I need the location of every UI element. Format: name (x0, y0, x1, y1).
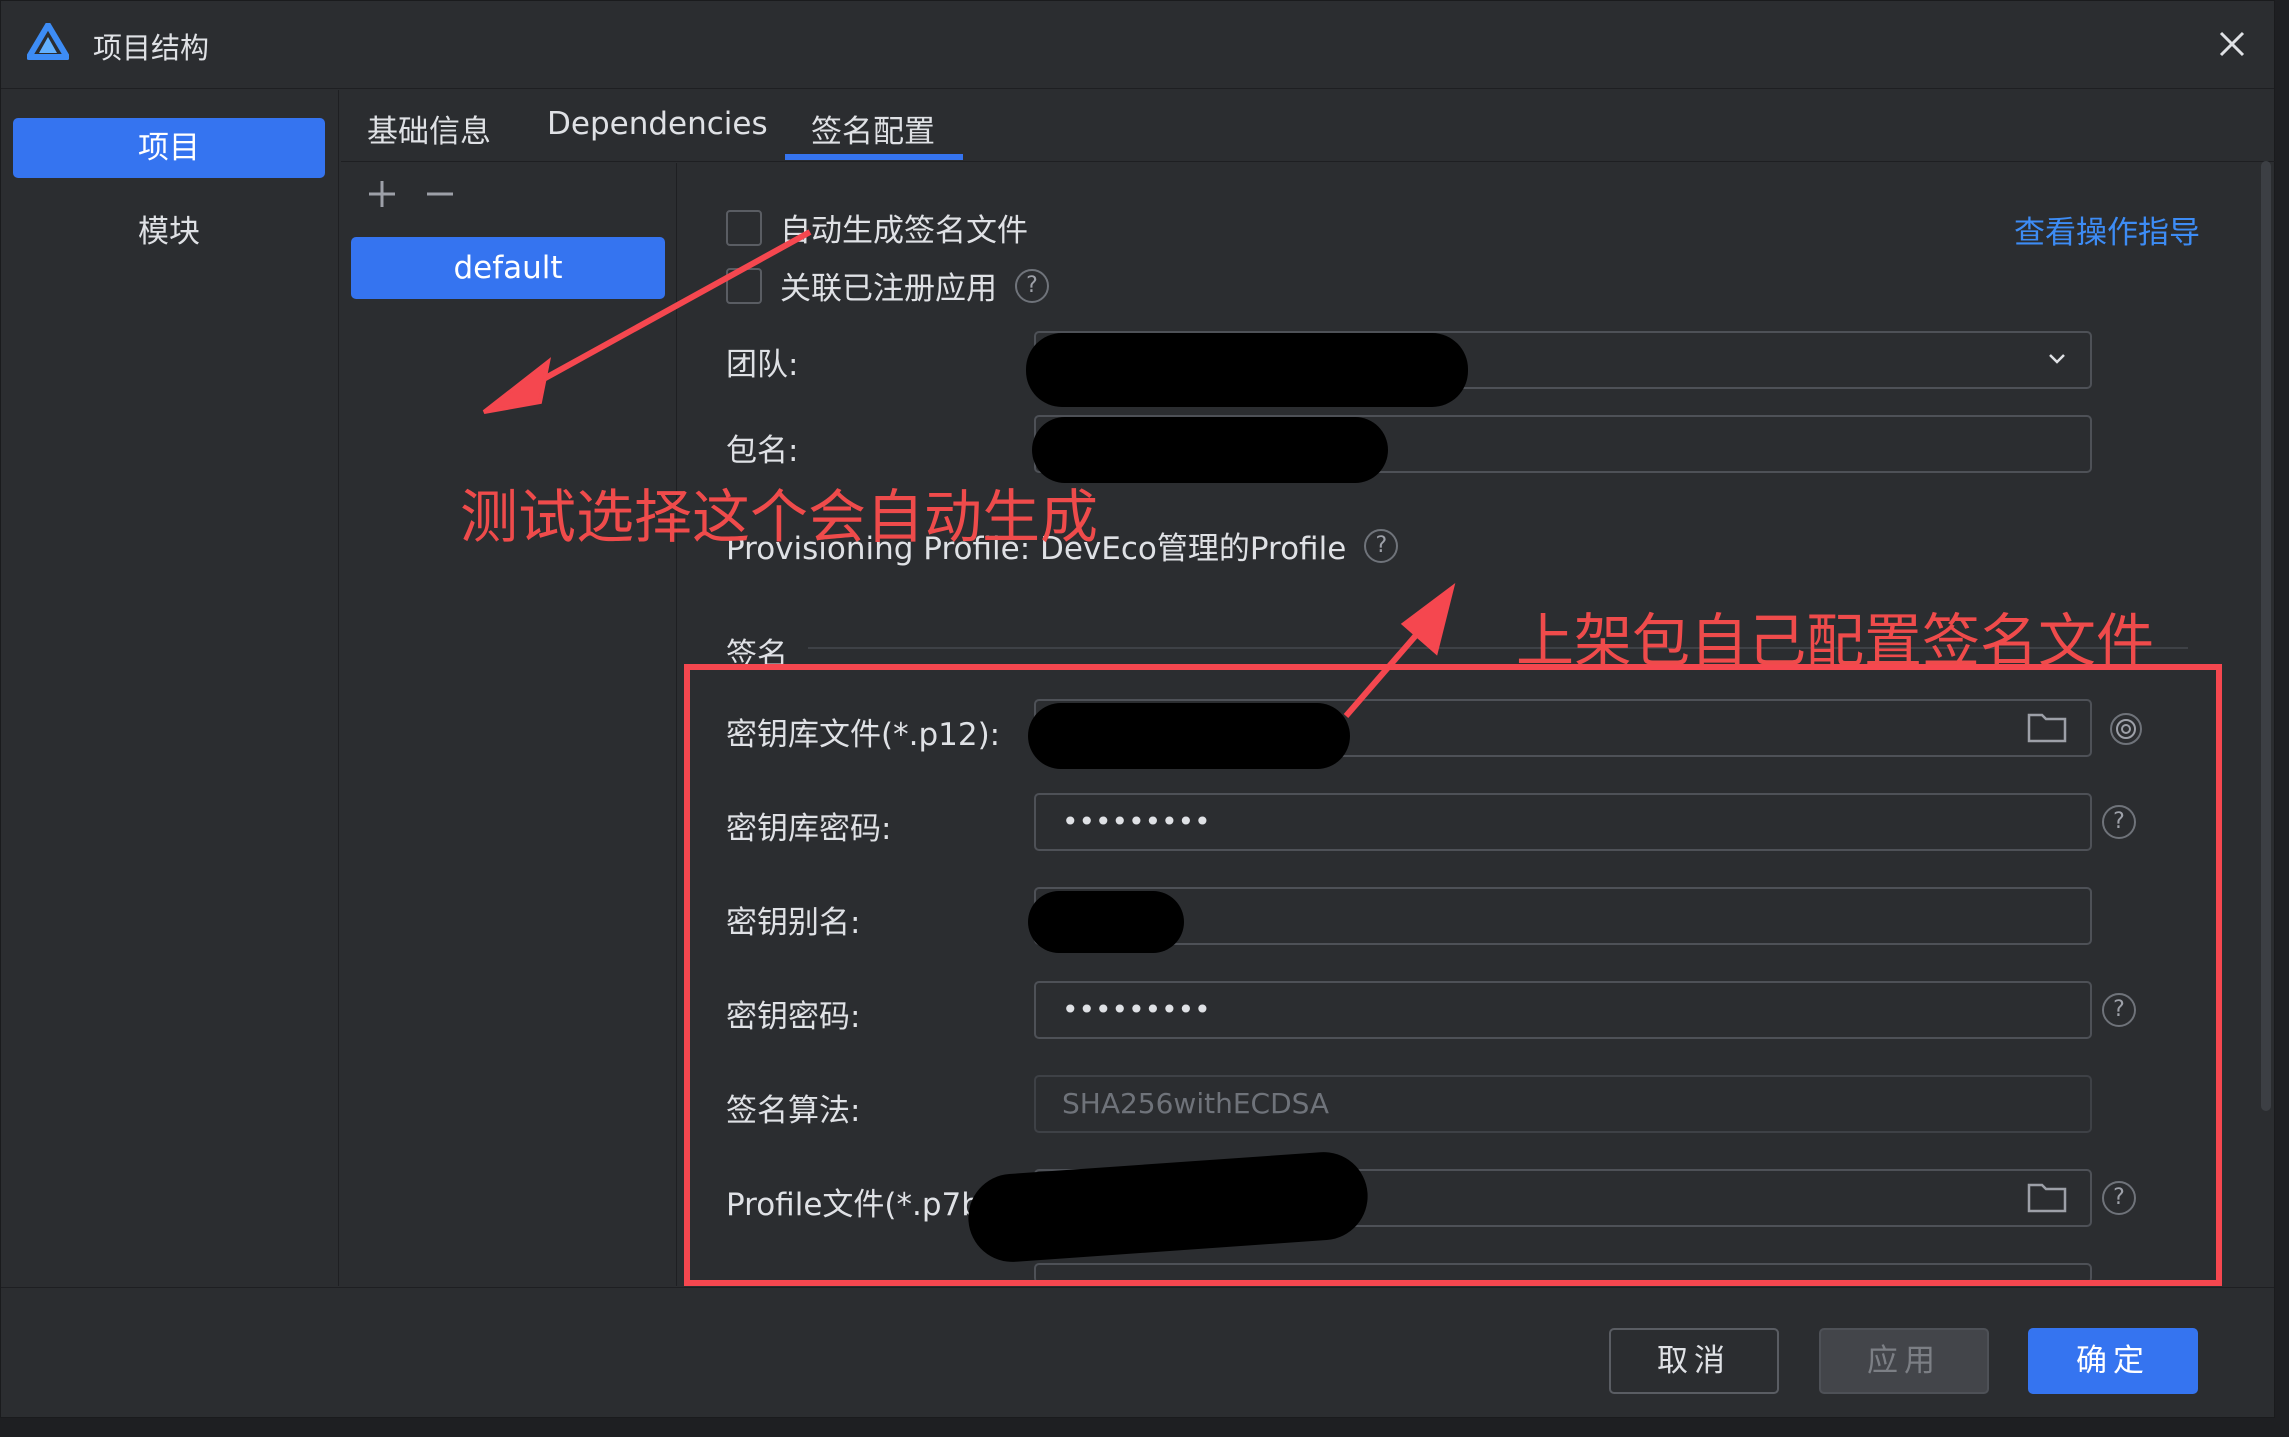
add-icon[interactable] (365, 177, 399, 211)
signing-config-list: default (341, 163, 677, 1286)
annotation-highlight-box (684, 664, 2222, 1286)
help-icon[interactable]: ? (1015, 268, 1049, 303)
guide-link[interactable]: 查看操作指导 (2014, 207, 2200, 252)
auto-sign-checkbox[interactable] (726, 209, 762, 246)
cancel-button[interactable]: 取消 (1609, 1328, 1779, 1394)
link-app-label: 关联已注册应用 (780, 271, 997, 307)
window-title: 项目结构 (93, 31, 210, 65)
redaction (1026, 333, 1468, 407)
chevron-down-icon[interactable] (2042, 343, 2072, 373)
remove-icon[interactable] (423, 177, 457, 211)
team-label: 团队: (726, 347, 799, 383)
tab-dependencies[interactable]: Dependencies (547, 106, 768, 142)
nav-item-project[interactable]: 项目 (13, 118, 325, 178)
auto-sign-row: 自动生成签名文件 (726, 205, 1028, 250)
help-icon[interactable]: ? (1364, 528, 1399, 563)
apply-button[interactable]: 应用 (1819, 1328, 1989, 1394)
ok-button[interactable]: 确定 (2028, 1328, 2198, 1394)
title-bar: 项目结构 (1, 1, 2274, 89)
nav-item-module[interactable]: 模块 (13, 202, 325, 262)
bundle-label: 包名: (726, 433, 799, 469)
active-tab-indicator (785, 154, 963, 160)
link-app-checkbox[interactable] (726, 267, 762, 304)
auto-sign-label: 自动生成签名文件 (780, 213, 1028, 249)
tab-bar: 基础信息 Dependencies 签名配置 (341, 90, 2276, 162)
dialog-footer: 取消 应用 确定 (1, 1287, 2274, 1419)
tab-signing-config[interactable]: 签名配置 (811, 106, 935, 151)
close-icon[interactable] (2211, 23, 2253, 65)
annotation-right-note: 上架包自己配置签名文件 (1516, 607, 2155, 675)
config-item-default[interactable]: default (351, 237, 665, 299)
scrollbar[interactable] (2261, 161, 2271, 1111)
deveco-logo-icon (27, 23, 69, 60)
left-nav: 项目 模块 (1, 90, 339, 1286)
tab-basic-info[interactable]: 基础信息 (367, 106, 491, 151)
annotation-left-note: 测试选择这个会自动生成 (460, 483, 1099, 551)
link-app-row: 关联已注册应用 ? (726, 263, 1049, 308)
